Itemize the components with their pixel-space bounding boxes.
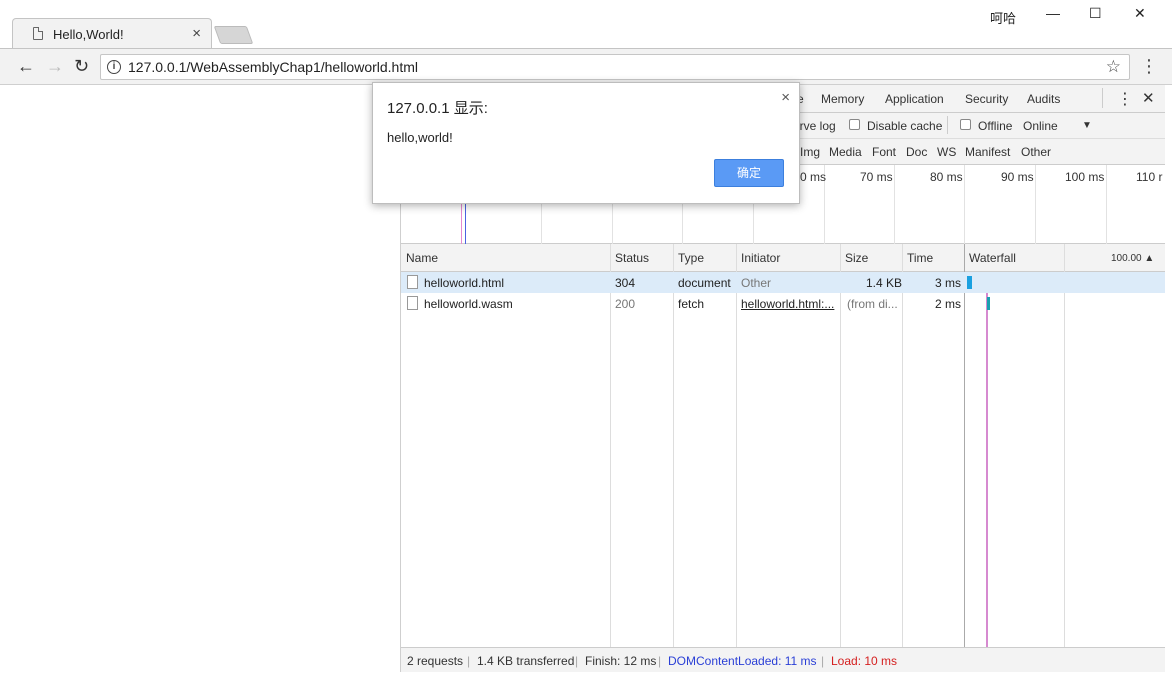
request-initiator-link[interactable]: helloworld.html:... bbox=[741, 297, 834, 311]
column-initiator[interactable]: Initiator bbox=[741, 251, 780, 265]
browser-menu-icon[interactable]: ⋮ bbox=[1140, 56, 1158, 77]
request-count: 2 requests bbox=[407, 654, 464, 668]
offline-label[interactable]: Offline bbox=[978, 119, 1012, 133]
overview-label: 0 ms bbox=[800, 170, 827, 184]
load-time: Load: 10 ms bbox=[831, 654, 898, 668]
overview-gridline bbox=[1035, 165, 1036, 244]
request-status: 304 bbox=[615, 276, 636, 290]
back-icon[interactable]: ← bbox=[17, 57, 35, 75]
waterfall-scale[interactable]: 100.00 ▲ bbox=[1111, 253, 1154, 264]
url-text[interactable]: 127.0.0.1/WebAssemblyChap1/helloworld.ht… bbox=[128, 59, 418, 75]
new-tab-button[interactable] bbox=[213, 26, 254, 44]
page-content bbox=[8, 85, 400, 672]
disable-cache-checkbox[interactable] bbox=[849, 119, 860, 130]
devtools-close-icon[interactable]: ✕ bbox=[1142, 89, 1155, 107]
column-status[interactable]: Status bbox=[615, 251, 649, 265]
tab-audits[interactable]: Audits bbox=[1027, 92, 1060, 106]
filter-doc[interactable]: Doc bbox=[906, 145, 927, 159]
request-name: helloworld.wasm bbox=[424, 297, 513, 311]
request-type: fetch bbox=[678, 297, 705, 311]
separator: | bbox=[575, 654, 579, 668]
background-edge bbox=[1165, 85, 1172, 679]
table-row[interactable]: helloworld.html 304 document Other 1.4 K… bbox=[401, 272, 1166, 293]
waterfall-load-line bbox=[986, 272, 988, 647]
filter-manifest[interactable]: Manifest bbox=[965, 145, 1010, 159]
devtools-menu-icon[interactable]: ⋮ bbox=[1117, 89, 1133, 109]
filter-ws[interactable]: WS bbox=[937, 145, 956, 159]
maximize-icon[interactable]: ☐ bbox=[1089, 5, 1102, 22]
request-time: 3 ms bbox=[935, 276, 962, 290]
profile-name[interactable]: 呵哈 bbox=[990, 8, 1016, 27]
separator: | bbox=[658, 654, 662, 668]
dialog-close-icon[interactable]: × bbox=[781, 89, 790, 106]
toolbar-divider bbox=[947, 116, 948, 134]
request-initiator: Other bbox=[741, 276, 772, 290]
finish-time: Finish: 12 ms bbox=[585, 654, 657, 668]
file-icon bbox=[407, 275, 418, 289]
request-type: document bbox=[678, 276, 731, 290]
overview-gridline bbox=[894, 165, 895, 244]
network-table-header: Name Status Type Initiator Size Time Wat… bbox=[401, 244, 1166, 272]
overview-label: 100 ms bbox=[1065, 170, 1105, 184]
bookmark-star-icon[interactable]: ☆ bbox=[1106, 57, 1121, 77]
waterfall-bar bbox=[987, 297, 990, 310]
request-status: 200 bbox=[615, 297, 636, 311]
browser-window: Hello,World! × 呵哈 — ☐ ✕ ← → ↻ i 127.0.0.… bbox=[0, 0, 1172, 679]
waterfall-bar bbox=[967, 276, 972, 289]
dialog-message: hello,world! bbox=[387, 130, 453, 145]
overview-label: 70 ms bbox=[860, 170, 893, 184]
request-size: 1.4 KB bbox=[866, 276, 903, 290]
transferred-size: 1.4 KB transferred bbox=[477, 654, 575, 668]
tab-security[interactable]: Security bbox=[965, 92, 1008, 106]
forward-icon[interactable]: → bbox=[46, 57, 64, 75]
throttle-select[interactable]: Online bbox=[1023, 119, 1058, 133]
reload-icon[interactable]: ↻ bbox=[74, 57, 89, 75]
tab-close-icon[interactable]: × bbox=[192, 25, 201, 42]
disable-cache-label[interactable]: Disable cache bbox=[867, 119, 942, 133]
separator: | bbox=[467, 654, 471, 668]
request-name: helloworld.html bbox=[424, 276, 505, 290]
site-info-icon[interactable]: i bbox=[107, 60, 121, 74]
column-waterfall[interactable]: Waterfall bbox=[969, 251, 1016, 265]
column-type[interactable]: Type bbox=[678, 251, 704, 265]
overview-gridline bbox=[964, 165, 965, 244]
close-window-icon[interactable]: ✕ bbox=[1134, 5, 1146, 22]
tab-memory[interactable]: Memory bbox=[821, 92, 864, 106]
column-name[interactable]: Name bbox=[406, 251, 438, 265]
dialog-title: 127.0.0.1 显示: bbox=[387, 100, 488, 117]
overview-gridline bbox=[1106, 165, 1107, 244]
alert-dialog: 127.0.0.1 显示: × hello,world! 确定 bbox=[372, 82, 800, 204]
dcl-time: DOMContentLoaded: 11 ms bbox=[668, 654, 817, 668]
request-time: 2 ms bbox=[935, 297, 962, 311]
title-bar: Hello,World! × 呵哈 — ☐ ✕ bbox=[0, 0, 1172, 48]
overview-label: 80 ms bbox=[930, 170, 963, 184]
filter-media[interactable]: Media bbox=[829, 145, 862, 159]
page-icon bbox=[33, 27, 43, 40]
browser-toolbar: ← → ↻ i 127.0.0.1/WebAssemblyChap1/hello… bbox=[0, 48, 1172, 85]
chevron-down-icon[interactable]: ▼ bbox=[1082, 120, 1092, 131]
request-size: (from di... bbox=[847, 297, 898, 311]
overview-label: 90 ms bbox=[1001, 170, 1034, 184]
minimize-icon[interactable]: — bbox=[1046, 5, 1060, 21]
filter-img[interactable]: Img bbox=[800, 145, 820, 159]
column-time[interactable]: Time bbox=[907, 251, 933, 265]
separator: | bbox=[821, 654, 825, 668]
filter-font[interactable]: Font bbox=[872, 145, 896, 159]
overview-label: 110 r bbox=[1136, 170, 1163, 184]
tab-application[interactable]: Application bbox=[885, 92, 944, 106]
browser-tab[interactable]: Hello,World! × bbox=[12, 18, 212, 48]
offline-checkbox[interactable] bbox=[960, 119, 971, 130]
filter-other[interactable]: Other bbox=[1021, 145, 1051, 159]
address-bar[interactable]: i 127.0.0.1/WebAssemblyChap1/helloworld.… bbox=[100, 54, 1130, 80]
tab-divider bbox=[1102, 88, 1103, 108]
ok-button[interactable]: 确定 bbox=[714, 159, 784, 187]
table-row[interactable]: helloworld.wasm 200 fetch helloworld.htm… bbox=[401, 293, 1166, 314]
network-summary-bar: 2 requests | 1.4 KB transferred | Finish… bbox=[401, 647, 1166, 672]
tab-title: Hello,World! bbox=[53, 27, 124, 42]
column-size[interactable]: Size bbox=[845, 251, 868, 265]
file-icon bbox=[407, 296, 418, 310]
